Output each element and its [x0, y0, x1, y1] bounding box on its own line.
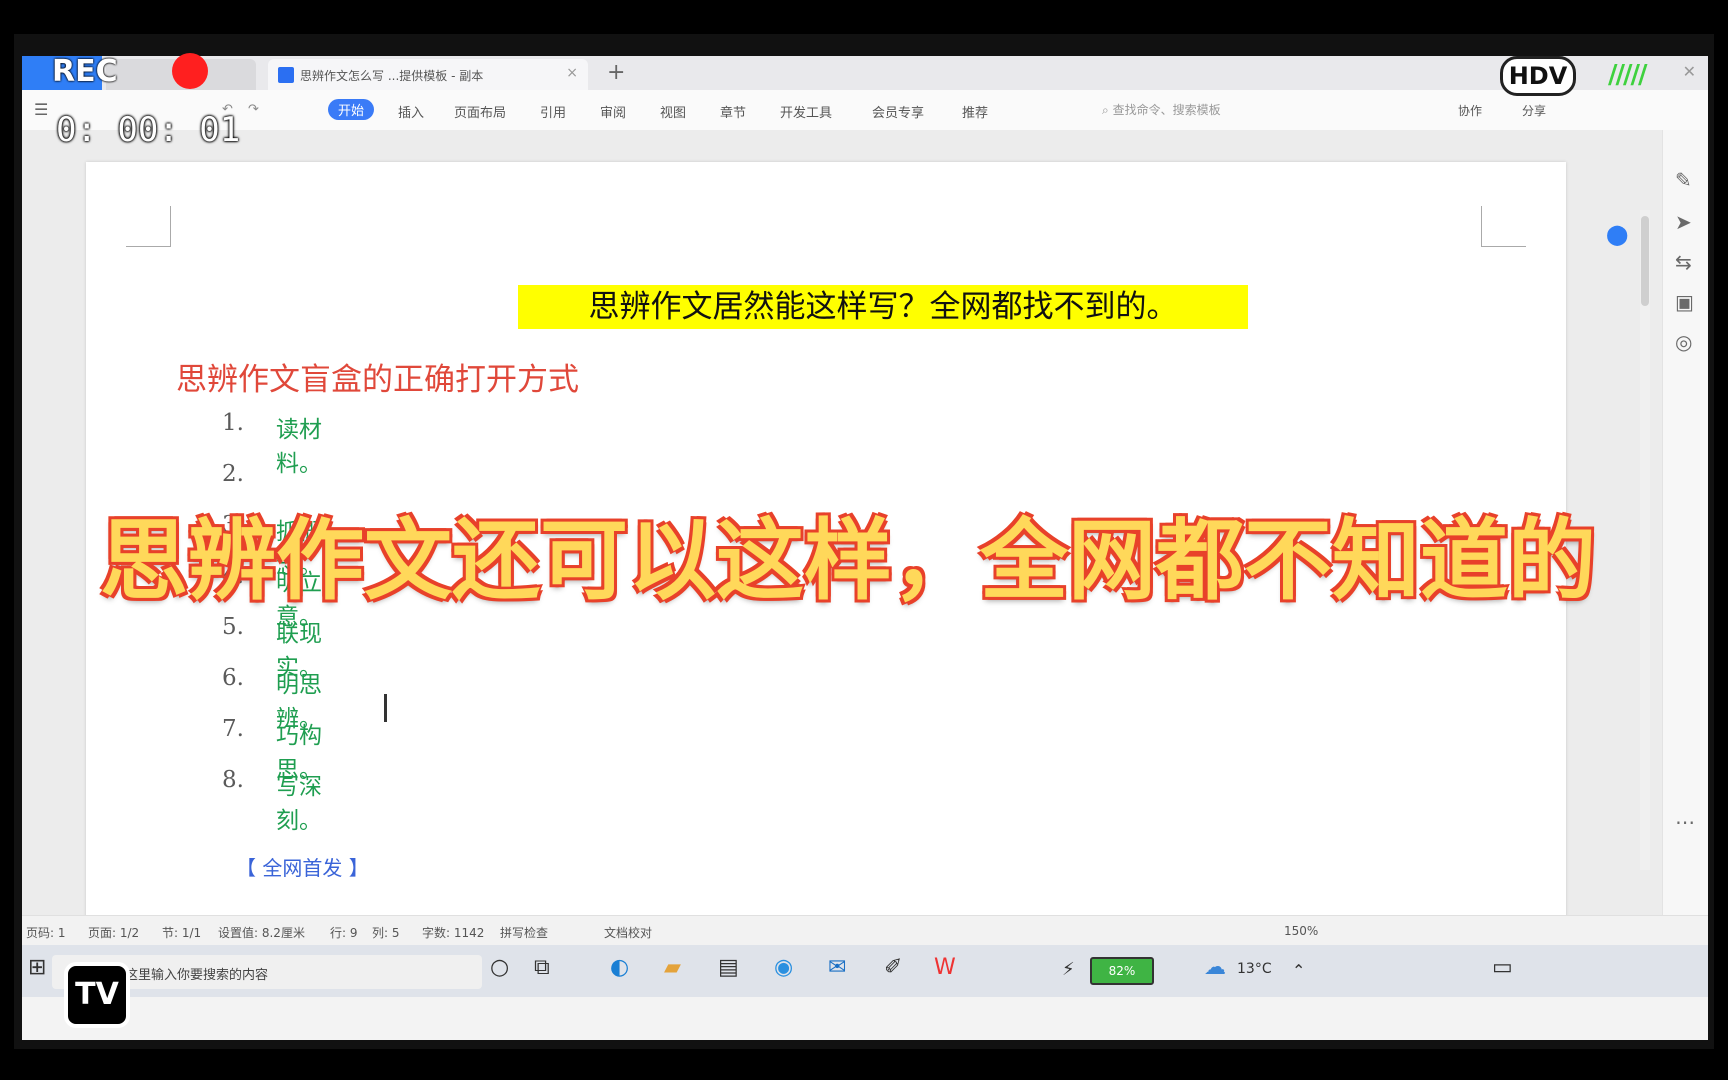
ribbon-tab-layout[interactable]: 页面布局 — [454, 102, 506, 121]
notification-icon[interactable]: ▭ — [1492, 955, 1513, 980]
right-tool-strip: ✎ ➤ ⇆ ▣ ◎ ⋯ — [1662, 130, 1708, 915]
menu-icon[interactable]: ☰ — [34, 100, 48, 119]
margin-mark-top-right — [1481, 206, 1526, 247]
status-section: 节: 1/1 — [162, 926, 202, 940]
status-setting: 设置值: 8.2厘米 — [218, 926, 305, 940]
weather-temperature: 13°C — [1237, 961, 1272, 977]
cortana-icon[interactable]: ○ — [490, 955, 509, 980]
pen-icon[interactable]: ✎ — [1675, 168, 1692, 192]
chevron-up-icon[interactable]: ⌃ — [1292, 961, 1305, 980]
document-icon — [278, 67, 294, 83]
mail-icon[interactable]: ✉ — [828, 955, 846, 980]
battery-indicator: 82% — [1090, 957, 1154, 985]
pointer-icon[interactable]: ➤ — [1675, 210, 1692, 234]
status-page: 页码: 1 — [26, 926, 66, 940]
ribbon-tab-chapter[interactable]: 章节 — [720, 102, 746, 121]
hdv-badge: HDV — [1500, 56, 1576, 96]
command-search-placeholder: 查找命令、搜索模板 — [1112, 103, 1221, 117]
more-icon[interactable]: ⋯ — [1675, 810, 1695, 834]
document-title: 思辨作文居然能这样写？全网都找不到的。 — [518, 285, 1248, 329]
ribbon-tab-references[interactable]: 引用 — [540, 102, 566, 121]
ribbon-tab-view[interactable]: 视图 — [660, 102, 686, 121]
status-col: 列: 5 — [372, 926, 400, 940]
ribbon-tab-review[interactable]: 审阅 — [600, 102, 626, 121]
status-row: 行: 9 — [330, 926, 358, 940]
ribbon-tab-devtools[interactable]: 开发工具 — [780, 102, 832, 121]
taskbar-search-placeholder: 在这里输入你要搜索的内容 — [112, 968, 269, 983]
pen-app-icon[interactable]: ✐ — [884, 955, 902, 980]
target-icon[interactable]: ◎ — [1675, 330, 1692, 354]
more-link[interactable]: 【 全网首发 】 — [236, 852, 369, 881]
signal-bars-icon: ///// — [1608, 60, 1648, 90]
text-cursor — [384, 694, 387, 722]
share-button[interactable]: 分享 — [1522, 102, 1546, 119]
status-pages: 页面: 1/2 — [88, 926, 140, 940]
weather-icon: ☁ — [1204, 955, 1226, 980]
tab-document-label: 思辨作文怎么写 ...提供模板 - 副本 — [300, 69, 484, 83]
browser-icon[interactable]: ◉ — [774, 955, 793, 980]
zoom-level[interactable]: 150% — [1284, 924, 1318, 938]
task-view-icon[interactable]: ⧉ — [534, 955, 550, 980]
add-tab-button[interactable]: + — [607, 60, 625, 85]
close-icon[interactable]: × — [566, 65, 578, 81]
plug-icon: ⚡ — [1062, 959, 1075, 980]
rec-label: REC — [52, 54, 118, 89]
ribbon-tab-member[interactable]: 会员专享 — [872, 102, 924, 121]
file-explorer-icon[interactable]: ▰ — [664, 955, 681, 980]
adjust-icon[interactable]: ⇆ — [1675, 250, 1692, 274]
proofread-button[interactable]: 文档校对 — [604, 924, 652, 941]
vertical-scrollbar[interactable] — [1640, 210, 1650, 870]
location-pin-icon[interactable]: ⬤ — [1606, 222, 1628, 246]
collaborate-button[interactable]: 协作 — [1458, 102, 1482, 119]
tv-logo: TV — [64, 962, 130, 1028]
document-subtitle: 思辨作文盲盒的正确打开方式 — [176, 362, 579, 398]
windows-taskbar: ⊞ 在这里输入你要搜索的内容 ○ ⧉ ◐ ▰ ▤ ◉ ✉ ✐ W ⚡ 82% ☁… — [22, 945, 1708, 997]
command-search-input[interactable]: ⌕ 查找命令、搜索模板 — [1102, 101, 1221, 118]
spell-check-button[interactable]: 拼写检查 — [500, 924, 548, 941]
margin-mark-top-left — [126, 206, 171, 247]
recording-timer: 0: 00: 01 — [56, 110, 241, 150]
tab-document[interactable]: 思辨作文怎么写 ...提供模板 - 副本 × — [268, 59, 588, 90]
ribbon-tab-home[interactable]: 开始 — [328, 99, 375, 120]
overlay-banner-caption: 思辨作文还可以这样，全网都不知道的 — [100, 509, 1597, 612]
record-dot-icon — [172, 53, 208, 89]
image-icon[interactable]: ▣ — [1675, 290, 1694, 314]
windows-start-icon[interactable]: ⊞ — [28, 955, 46, 980]
ribbon-toolbar: ☰ ↶ ↷ 开始 插入 页面布局 引用 审阅 视图 章节 开发工具 会员专享 推… — [22, 90, 1708, 131]
redo-icon[interactable]: ↷ — [248, 102, 259, 117]
scrollbar-thumb[interactable] — [1641, 216, 1649, 306]
window-close-icon[interactable]: ✕ — [1683, 62, 1696, 81]
store-icon[interactable]: ▤ — [718, 955, 739, 980]
ribbon-tab-insert[interactable]: 插入 — [398, 102, 424, 121]
status-word-count[interactable]: 字数: 1142 — [422, 924, 484, 941]
search-icon: ⌕ — [1102, 103, 1109, 117]
wps-icon[interactable]: W — [934, 955, 956, 980]
edge-icon[interactable]: ◐ — [610, 955, 629, 980]
status-bar: 页码: 1 页面: 1/2 节: 1/1 设置值: 8.2厘米 行: 9 列: … — [22, 915, 1708, 946]
tab-bar: 思辨作文怎么写 ...提供模板 - 副本 × + ✕ — [22, 56, 1708, 90]
ribbon-tab-recommend[interactable]: 推荐 — [962, 102, 988, 121]
